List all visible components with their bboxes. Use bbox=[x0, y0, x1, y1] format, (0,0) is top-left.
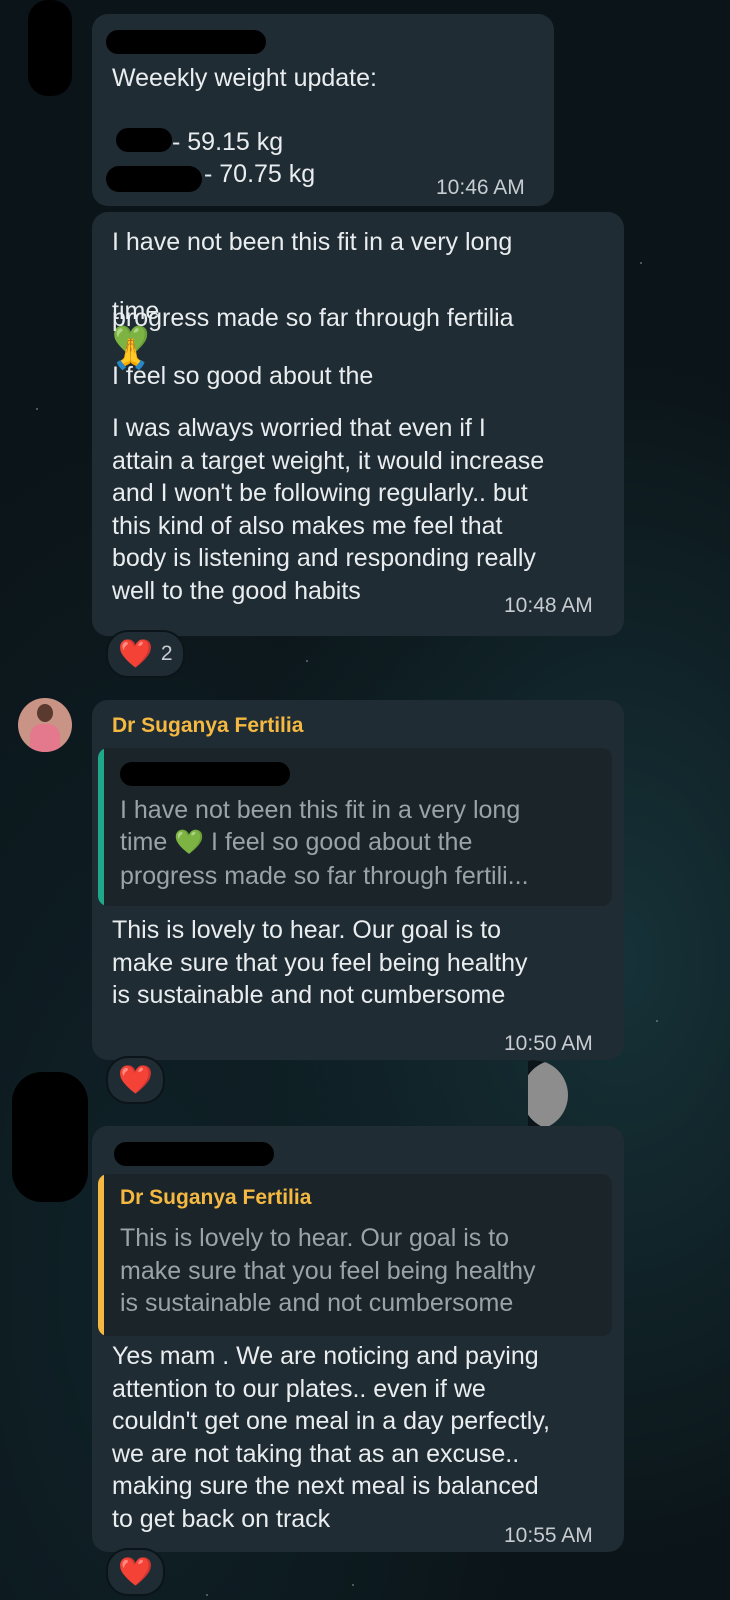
reaction-badge[interactable]: ❤️ bbox=[106, 1056, 165, 1104]
star-decoration bbox=[306, 660, 308, 662]
reaction-badge[interactable]: ❤️ bbox=[106, 1548, 165, 1596]
message-body: Yes mam . We are noticing and paying att… bbox=[112, 1342, 550, 1533]
quote-line: progress made so far through fertili... bbox=[120, 862, 529, 890]
weight-line-1: - 59.15 kg bbox=[172, 128, 284, 156]
star-decoration bbox=[352, 1584, 354, 1586]
message-bubble-fitness[interactable]: I have not been this fit in a very long … bbox=[92, 212, 624, 636]
redacted-avatar bbox=[28, 0, 72, 96]
green-heart-icon: 💚 bbox=[174, 829, 205, 856]
redacted-name bbox=[106, 166, 202, 192]
redacted-sender-name bbox=[114, 1142, 274, 1166]
message-bubble-weight-update[interactable]: Weeekly weight update: - 59.15 kg - 70.7… bbox=[92, 14, 554, 206]
red-heart-icon: ❤️ bbox=[118, 1556, 153, 1587]
message-time: 10:55 AM bbox=[504, 1524, 593, 1547]
quote-text: This is lovely to hear. Our goal is to m… bbox=[120, 1224, 536, 1317]
star-decoration bbox=[36, 408, 38, 410]
pray-icon: 🙏 bbox=[112, 338, 150, 371]
message-line: I have not been this fit in a very long bbox=[112, 228, 513, 256]
quote-text: time 💚 I feel so good about the bbox=[120, 826, 472, 859]
quoted-message[interactable]: I have not been this fit in a very long … bbox=[98, 748, 612, 906]
avatar[interactable] bbox=[18, 698, 72, 752]
weight-line-2: - 70.75 kg bbox=[204, 160, 316, 188]
message-body: I was always worried that even if I atta… bbox=[112, 414, 545, 605]
star-decoration bbox=[206, 1594, 208, 1596]
redacted-avatar bbox=[12, 1072, 88, 1202]
quote-text: I have not been this fit in a very long bbox=[120, 794, 520, 827]
message-text: I feel so good about the bbox=[112, 361, 374, 390]
sender-name[interactable]: Dr Suganya Fertilia bbox=[112, 714, 303, 738]
star-decoration bbox=[656, 1020, 658, 1022]
red-heart-icon: ❤️ bbox=[118, 1064, 153, 1095]
quote-bar bbox=[98, 748, 104, 906]
quote-line: I feel so good about the bbox=[211, 828, 473, 856]
message-time: 10:48 AM bbox=[504, 594, 593, 617]
reaction-badge[interactable]: ❤️ 2 bbox=[106, 630, 185, 678]
message-time: 10:46 AM bbox=[436, 176, 525, 199]
message-bubble-doctor-reply[interactable]: Dr Suganya Fertilia I have not been this… bbox=[92, 700, 624, 1060]
message-line: progress made so far through fertilia bbox=[112, 304, 514, 332]
red-heart-icon: ❤️ bbox=[118, 638, 153, 669]
redacted-sender-name bbox=[106, 30, 266, 54]
message-title: Weeekly weight update: bbox=[112, 64, 377, 92]
reaction-count: 2 bbox=[160, 642, 173, 665]
star-decoration bbox=[640, 262, 642, 264]
message-bubble-user-reply[interactable]: Dr Suganya Fertilia This is lovely to he… bbox=[92, 1126, 624, 1552]
message-time: 10:50 AM bbox=[504, 1032, 593, 1055]
quote-text: progress made so far through fertili... bbox=[120, 860, 529, 893]
redacted-name bbox=[116, 128, 172, 152]
quoted-message[interactable]: Dr Suganya Fertilia This is lovely to he… bbox=[98, 1174, 612, 1336]
quote-line: time bbox=[120, 828, 168, 856]
redacted-quote-sender bbox=[120, 762, 290, 786]
quote-sender: Dr Suganya Fertilia bbox=[120, 1186, 312, 1209]
quote-bar bbox=[98, 1174, 104, 1336]
message-body: This is lovely to hear. Our goal is to m… bbox=[112, 916, 528, 1009]
quote-line: I have not been this fit in a very long bbox=[120, 796, 521, 824]
